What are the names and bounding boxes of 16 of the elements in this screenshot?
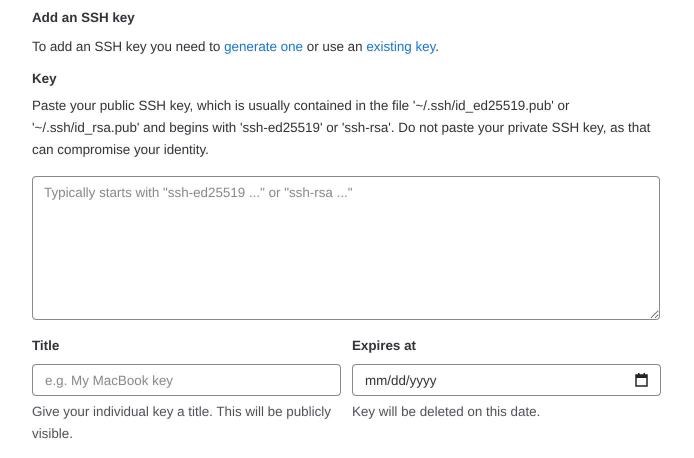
- intro-text: To add an SSH key you need to: [32, 39, 220, 54]
- intro-text: or use an: [306, 39, 363, 54]
- existing-key-link[interactable]: existing key: [366, 39, 436, 54]
- generate-link[interactable]: generate one: [224, 39, 304, 54]
- expires-help-text: Key will be deleted on this date.: [352, 403, 542, 421]
- title-help-text: Give your individual key a title. This will be publicly visible.: [32, 403, 332, 443]
- title-label: Title: [32, 337, 60, 355]
- calendar-icon[interactable]: [635, 373, 648, 387]
- key-help-text: Paste your public SSH key, which is usually contained in the file '~/.ssh/id_ed25519.pub' or '~/.ssh/id_rsa.pub' and begins with 'ssh-ed25519' or 'ssh-rsa'. Do not paste your private SSH key, as that can compromise your identity.: [32, 97, 652, 159]
- key-input-field[interactable]: Typically starts with "ssh-ed25519 ..." or "ssh-rsa ...": [32, 176, 660, 320]
- expires-label: Expires at: [352, 337, 418, 355]
- date-input-field[interactable]: mm/dd/yyyy: [352, 364, 661, 396]
- section-title: Add an SSH key: [32, 9, 136, 27]
- key-label: Key: [32, 70, 58, 88]
- intro-period: .: [435, 39, 440, 54]
- title-input-field[interactable]: e.g. My MacBook key: [32, 364, 341, 396]
